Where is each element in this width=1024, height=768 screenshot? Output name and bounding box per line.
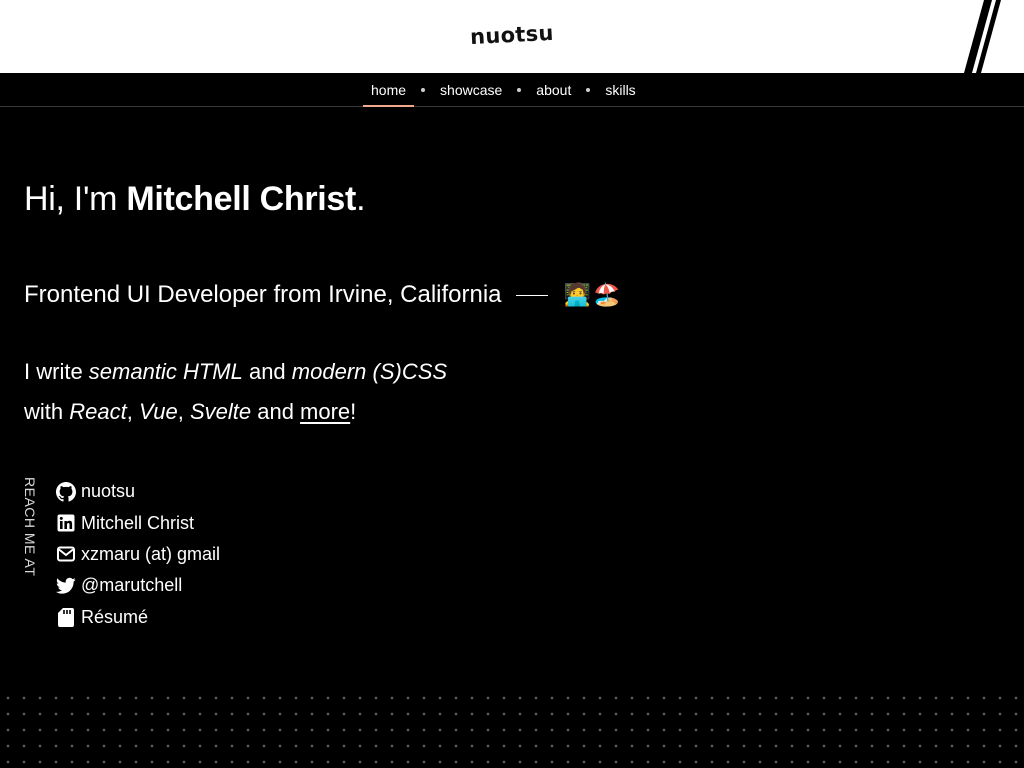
intro-emphasis: React: [69, 399, 127, 424]
intro-text-span: !: [350, 399, 357, 424]
hero-heading: Hi, I'm Mitchell Christ.: [24, 180, 366, 219]
contact-label: nuotsu: [81, 481, 136, 502]
hero-tagline-row: Frontend UI Developer from Irvine, Calif…: [24, 281, 620, 309]
hero-tagline: Frontend UI Developer from Irvine, Calif…: [24, 281, 502, 308]
github-icon: [56, 481, 76, 502]
intro-text: I write semantic HTML and modern (S)CSS …: [24, 352, 447, 432]
nav-item-showcase[interactable]: showcase: [432, 73, 510, 107]
site-logo[interactable]: nuotsu: [0, 0, 1024, 73]
linkedin-icon: [56, 513, 76, 533]
beach-emoji: 🏖️: [592, 282, 621, 307]
technologist-emoji: 🧑‍💻: [563, 282, 591, 307]
nav-item-about[interactable]: about: [528, 73, 579, 107]
emoji-group: 🧑‍💻 🏖️: [564, 284, 621, 306]
intro-emphasis: Svelte: [189, 399, 252, 424]
dotted-pattern-decoration: [0, 690, 1024, 768]
contact-linkedin[interactable]: Mitchell Christ: [56, 507, 220, 538]
nav-separator: [421, 88, 426, 92]
intro-text-span: ,: [126, 399, 139, 424]
contact-label: xzmaru (at) gmail: [81, 543, 221, 564]
more-skills-link[interactable]: more: [300, 399, 350, 424]
nav-separator: [586, 88, 591, 92]
reach-me-label: REACH ME AT: [22, 477, 38, 577]
sd-card-icon: [56, 607, 76, 627]
nav-item-home[interactable]: home: [363, 73, 415, 107]
nav-item-skills[interactable]: skills: [597, 73, 643, 107]
contact-resume[interactable]: Résumé: [56, 602, 220, 633]
intro-text-span: and: [242, 359, 292, 384]
contact-label: @marutchell: [81, 575, 183, 596]
contact-list: nuotsu Mitchell Christ xzmaru (at) gmail…: [56, 476, 220, 633]
twitter-icon: [56, 576, 76, 596]
contact-twitter[interactable]: @marutchell: [56, 570, 220, 601]
email-icon: [56, 544, 76, 564]
contact-label: Mitchell Christ: [81, 512, 195, 533]
contact-email[interactable]: xzmaru (at) gmail: [56, 539, 220, 570]
intro-text-span: and: [251, 399, 301, 424]
hero-period: .: [356, 180, 366, 218]
intro-emphasis: modern (S)CSS: [291, 359, 448, 384]
intro-line-1: I write semantic HTML and modern (S)CSS: [24, 352, 447, 392]
tagline-divider: [515, 294, 548, 296]
intro-text-span: ,: [177, 399, 190, 424]
intro-text-span: with: [24, 399, 70, 424]
hero-name: Mitchell Christ: [126, 180, 357, 218]
contact-label: Résumé: [81, 606, 149, 627]
hero-greeting: Hi, I'm: [24, 180, 127, 218]
site-header: nuotsu: [0, 0, 1024, 73]
intro-text-span: I write: [24, 359, 89, 384]
main-nav: home showcase about skills: [0, 73, 1024, 107]
decorative-stripes: [964, 0, 1001, 73]
intro-emphasis: Vue: [138, 399, 178, 424]
contact-github[interactable]: nuotsu: [56, 476, 220, 507]
intro-line-2: with React, Vue, Svelte and more!: [24, 392, 447, 432]
intro-emphasis: semantic HTML: [88, 359, 243, 384]
nav-separator: [517, 88, 522, 92]
